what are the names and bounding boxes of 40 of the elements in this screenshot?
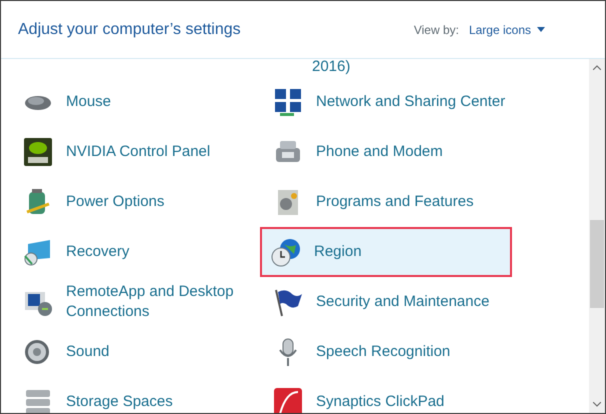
item-label: Network and Sharing Center bbox=[316, 92, 506, 112]
item-label: RemoteApp and Desktop Connections bbox=[66, 282, 235, 322]
control-panel-item[interactable]: Phone and Modem bbox=[268, 127, 518, 177]
globe-clock-icon bbox=[270, 236, 302, 268]
network-grid-icon bbox=[272, 86, 304, 118]
page-title: Adjust your computer’s settings bbox=[18, 20, 241, 40]
view-by-label: View by: bbox=[414, 22, 459, 38]
scroll-down-icon[interactable] bbox=[593, 402, 601, 407]
control-panel-item[interactable]: Power Options bbox=[18, 177, 258, 227]
control-panel-item[interactable]: Network and Sharing Center bbox=[268, 77, 518, 127]
scrollbar[interactable] bbox=[589, 59, 605, 413]
view-by-dropdown[interactable]: Large icons bbox=[468, 20, 545, 38]
control-panel-item[interactable]: NVIDIA Control Panel bbox=[18, 127, 258, 177]
control-panel-item[interactable]: Security and Maintenance bbox=[268, 277, 518, 327]
item-label: Region bbox=[314, 242, 362, 262]
item-label[interactable]: 2016) bbox=[268, 59, 518, 77]
control-panel-item[interactable]: Mouse bbox=[18, 77, 258, 127]
control-panel-item[interactable]: Storage Spaces bbox=[18, 377, 258, 413]
control-panel-item[interactable]: Recovery bbox=[18, 227, 258, 277]
control-panel-item[interactable]: Programs and Features bbox=[268, 177, 518, 227]
control-panel-item[interactable]: Region bbox=[260, 227, 512, 277]
control-panel-item[interactable]: Speech Recognition bbox=[268, 327, 518, 377]
caret-icon bbox=[537, 27, 545, 32]
control-panel-item[interactable]: RemoteApp and Desktop Connections bbox=[18, 277, 258, 327]
control-panel-item[interactable]: Sound bbox=[18, 327, 258, 377]
item-label: Power Options bbox=[66, 192, 164, 212]
item-label: NVIDIA Control Panel bbox=[66, 142, 210, 162]
item-label: Synaptics ClickPad bbox=[316, 392, 444, 412]
item-label: Phone and Modem bbox=[316, 142, 443, 162]
item-label: Recovery bbox=[66, 242, 130, 262]
scrollbar-thumb[interactable] bbox=[590, 220, 604, 308]
item-label: Sound bbox=[66, 342, 110, 362]
scroll-up-icon[interactable] bbox=[593, 65, 601, 70]
item-label: Programs and Features bbox=[316, 192, 474, 212]
graphics-card-icon bbox=[22, 136, 54, 168]
item-label: Speech Recognition bbox=[316, 342, 450, 362]
item-label: Security and Maintenance bbox=[316, 292, 490, 312]
item-label: Mouse bbox=[66, 92, 112, 112]
item-label: Storage Spaces bbox=[66, 392, 173, 412]
control-panel-item[interactable]: Synaptics ClickPad bbox=[268, 377, 518, 413]
